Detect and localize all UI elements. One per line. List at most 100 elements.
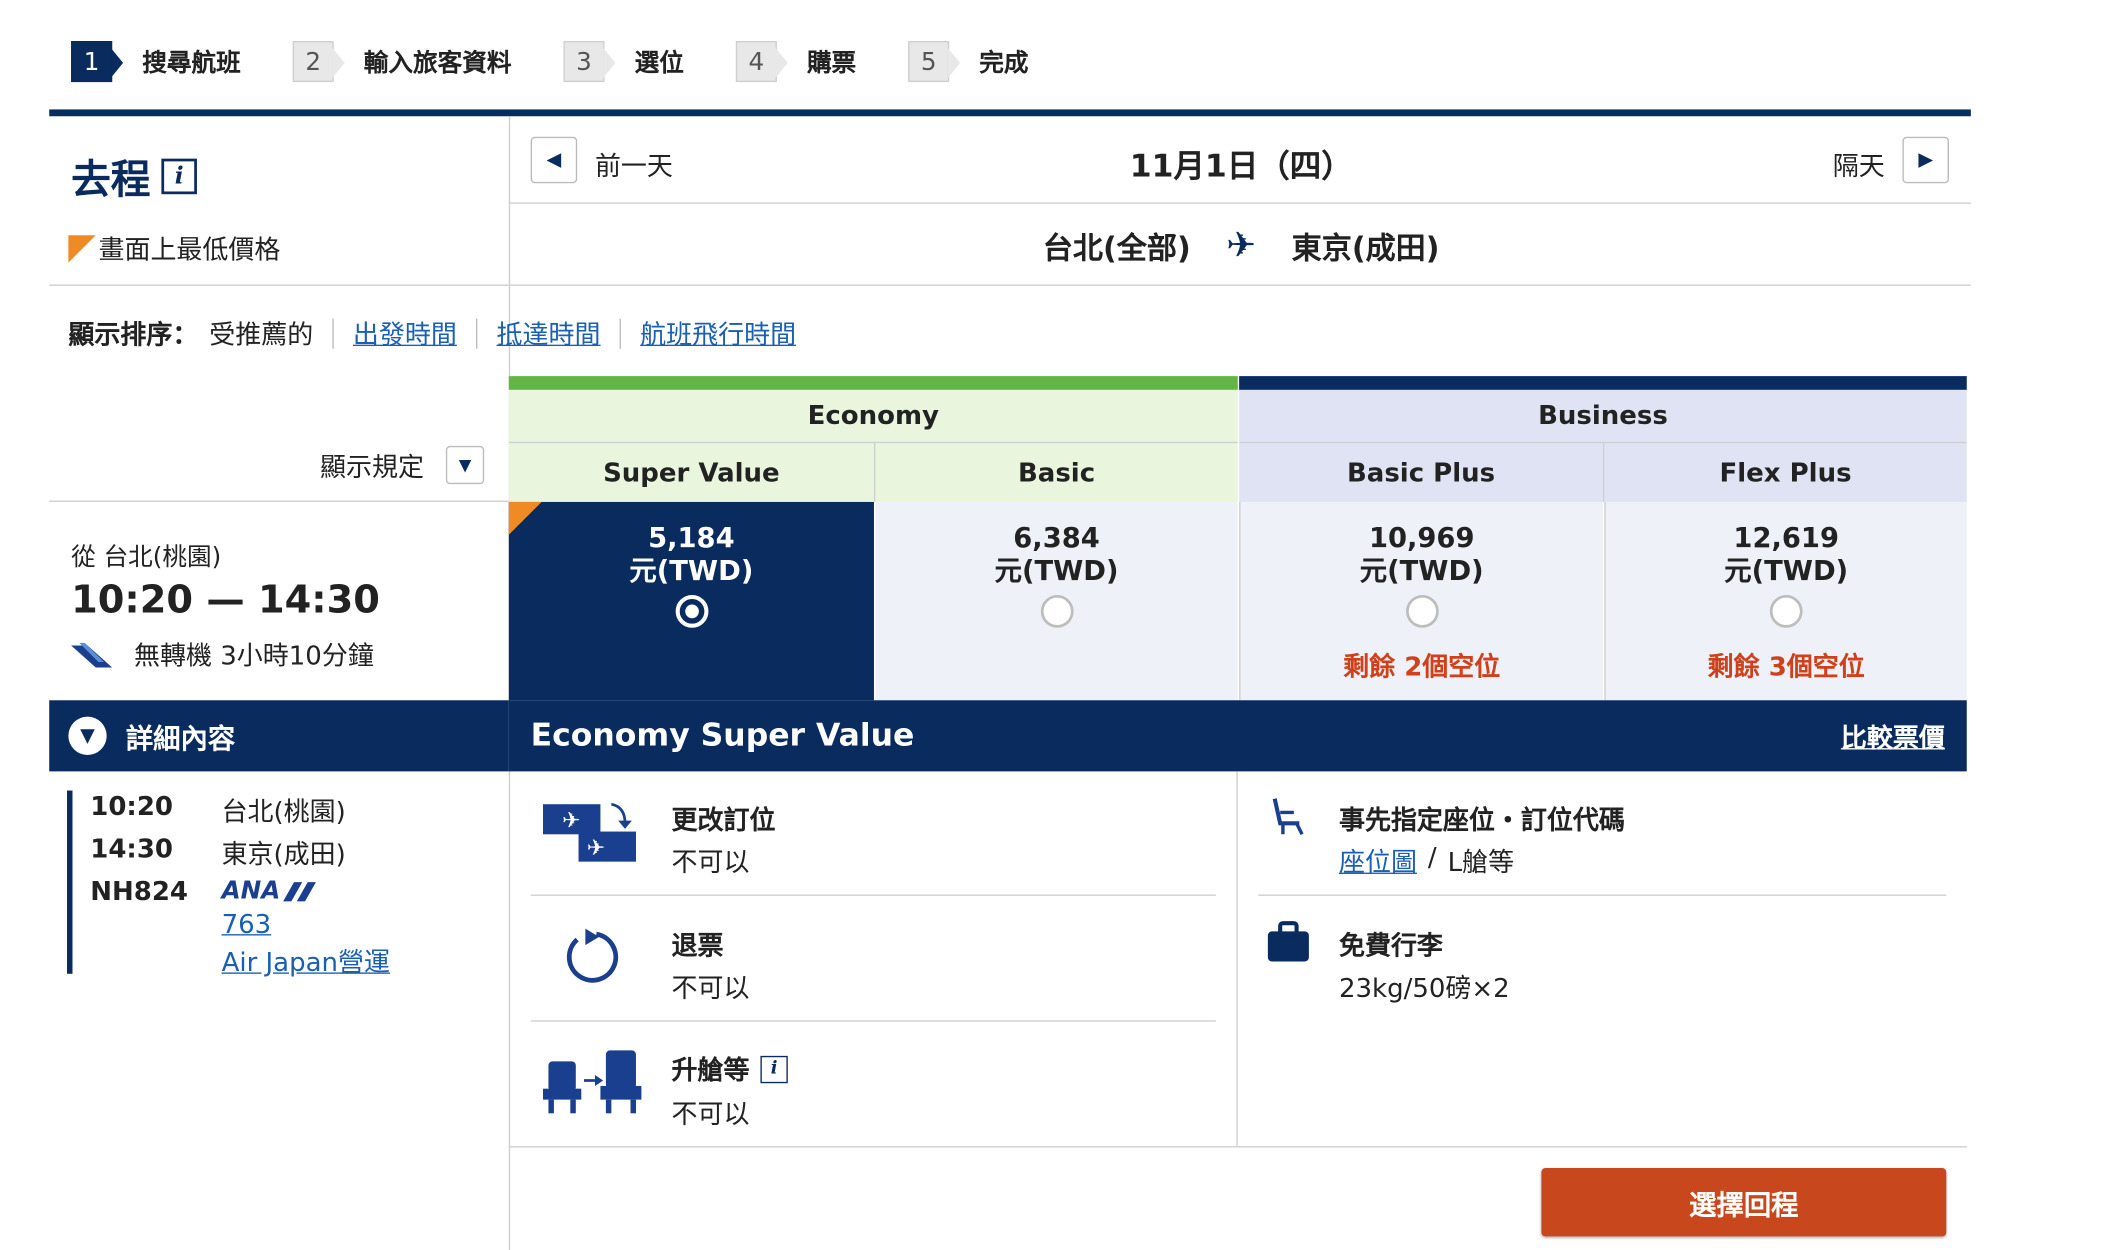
sort-option-recommended[interactable]: 受推薦的 <box>209 315 313 352</box>
separator: / <box>1427 842 1437 873</box>
details-toggle[interactable]: ▼ 詳細內容 <box>49 700 509 772</box>
fare-radio[interactable] <box>1040 594 1073 628</box>
baggage-icon <box>1267 921 1309 962</box>
flight-duration: 無轉機 3小時10分鐘 <box>68 636 374 673</box>
rule-seat-value: 座位圖 / L艙等 <box>1339 843 1514 880</box>
step-label: 選位 <box>634 49 684 78</box>
outbound-title: 去程 i <box>71 148 197 205</box>
lowest-price-marker-icon <box>68 234 96 262</box>
route: 台北(全部) ✈ 東京(成田) <box>512 224 1971 268</box>
step-number: 5 <box>908 41 961 83</box>
fare-option-basic-plus[interactable]: 10,969 元(TWD) 剩餘 2個空位 <box>1239 501 1603 701</box>
display-rules-toggle[interactable]: 顯示規定 ▼ <box>320 445 485 485</box>
upgrade-seat-icon <box>542 1050 642 1114</box>
change-booking-icon: ✈ ✈ <box>542 802 636 862</box>
progress-steps: 1 搜尋航班 2 輸入旅客資料 3 選位 4 購票 5 完成 <box>71 41 1080 83</box>
ana-logo-icon <box>71 642 113 667</box>
flight-origin: 從 台北(桃園) <box>71 542 222 572</box>
fare-radio[interactable] <box>1405 594 1439 628</box>
divider <box>1258 894 1947 896</box>
fare-option-flex-plus[interactable]: 12,619 元(TWD) 剩餘 3個空位 <box>1604 501 1967 701</box>
segment-arr-airport: 東京(成田) <box>221 839 346 870</box>
rule-refund-value: 不可以 <box>671 973 750 1004</box>
divider <box>508 1146 1967 1148</box>
seat-map-link[interactable]: 座位圖 <box>1339 843 1417 880</box>
divider <box>619 317 622 349</box>
divider <box>476 317 478 349</box>
sort-option-arrival[interactable]: 抵達時間 <box>497 315 601 352</box>
header-divider <box>49 109 1971 117</box>
refund-icon <box>566 928 619 983</box>
class-code: L艙等 <box>1447 847 1515 879</box>
selected-date: 11月1日（四） <box>1129 149 1353 185</box>
fare-price: 12,619 <box>1733 521 1840 554</box>
step-label: 搜尋航班 <box>142 49 241 78</box>
fare-currency: 元(TWD) <box>629 553 754 587</box>
fare-name-basic: Basic <box>873 441 1238 502</box>
divider <box>332 317 334 349</box>
cabin-business-header: Business <box>1239 376 1967 442</box>
step-number: 4 <box>735 41 788 83</box>
segment-flight-number: NH824 <box>90 876 189 907</box>
divider <box>49 500 509 502</box>
cabin-economy-header: Economy <box>508 376 1238 442</box>
rule-refund-title: 退票 <box>671 931 724 962</box>
rule-upgrade-value: 不可以 <box>671 1099 750 1130</box>
airplane-icon: ✈ <box>1226 225 1257 267</box>
step-label: 購票 <box>806 49 857 78</box>
sort-option-duration[interactable]: 航班飛行時間 <box>640 315 796 352</box>
fare-price: 10,969 <box>1368 521 1475 554</box>
fare-price: 6,384 <box>1013 521 1100 554</box>
fare-radio-selected[interactable] <box>674 594 708 628</box>
svg-text:✈: ✈ <box>562 808 580 833</box>
step-search-flights: 1 搜尋航班 <box>71 41 241 83</box>
compare-fares-link[interactable]: 比較票價 <box>1841 717 1945 754</box>
rule-upgrade-title: 升艙等 i <box>672 1050 788 1087</box>
airline-name: ANA <box>221 876 281 906</box>
divider <box>530 1020 1216 1022</box>
step-purchase: 4 購票 <box>735 41 857 83</box>
select-return-button[interactable]: 選擇回程 <box>1541 1168 1947 1237</box>
rule-change-value: 不可以 <box>671 847 750 879</box>
segment-timeline <box>67 790 73 974</box>
chevron-down-icon[interactable]: ▼ <box>445 445 485 485</box>
divider <box>49 284 1971 286</box>
rule-seat-title: 事先指定座位・訂位代碼 <box>1338 805 1625 836</box>
divider <box>530 894 1216 896</box>
step-seat-selection: 3 選位 <box>563 41 684 83</box>
svg-text:✈: ✈ <box>587 836 605 861</box>
segment-dep-airport: 台北(桃園) <box>221 797 346 828</box>
route-destination: 東京(成田) <box>1291 232 1440 267</box>
aircraft-link[interactable]: 763 <box>222 910 272 940</box>
step-number: 1 <box>71 41 124 83</box>
step-passenger-info: 2 輸入旅客資料 <box>292 41 512 83</box>
operator-link[interactable]: Air Japan營運 <box>222 942 390 979</box>
next-day-label[interactable]: 隔天 <box>1833 146 1885 183</box>
rule-baggage-title: 免費行李 <box>1338 931 1443 962</box>
step-label: 完成 <box>979 49 1029 78</box>
info-icon[interactable]: i <box>161 158 197 195</box>
ana-logo-icon <box>283 881 316 901</box>
rule-change-title: 更改訂位 <box>671 805 776 836</box>
lowest-price-marker-icon <box>508 501 542 535</box>
sort-option-departure[interactable]: 出發時間 <box>353 315 457 352</box>
step-number: 2 <box>292 41 345 83</box>
seats-remaining: 剩餘 3個空位 <box>1707 652 1865 683</box>
info-icon[interactable]: i <box>760 1055 788 1083</box>
route-origin: 台北(全部) <box>1042 232 1191 267</box>
fare-option-super-value[interactable]: 5,184 元(TWD) <box>508 501 874 701</box>
fare-option-basic[interactable]: 6,384 元(TWD) <box>875 501 1238 701</box>
seats-remaining: 剩餘 2個空位 <box>1343 652 1501 683</box>
selected-fare-bar: Economy Super Value 比較票價 <box>508 700 1967 772</box>
seat-icon <box>1272 798 1304 836</box>
rule-baggage-value: 23kg/50磅×2 <box>1338 973 1510 1004</box>
segment-dep-time: 10:20 <box>90 791 173 822</box>
next-day-button[interactable]: ▶ <box>1902 136 1949 184</box>
airline-logo: ANA <box>221 876 319 906</box>
fare-currency: 元(TWD) <box>1359 553 1484 587</box>
fare-radio[interactable] <box>1769 594 1803 628</box>
fare-currency: 元(TWD) <box>1724 553 1849 587</box>
details-label: 詳細內容 <box>125 721 236 755</box>
step-number: 3 <box>563 41 616 83</box>
fare-name-flex-plus: Flex Plus <box>1602 441 1967 502</box>
